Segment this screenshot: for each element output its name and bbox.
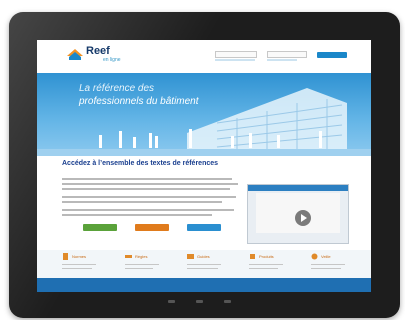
logo-subtitle: en ligne: [103, 57, 121, 63]
feature-text-line: [187, 264, 221, 265]
feature-text-line: [62, 264, 96, 265]
main-content: Accédez à l’ensemble des textes de référ…: [37, 156, 371, 250]
login-field[interactable]: [215, 51, 257, 58]
body-text-line: [62, 209, 234, 211]
bell-icon: [311, 253, 318, 260]
forgot-password-link[interactable]: [267, 59, 297, 61]
body-text-line: [62, 201, 222, 203]
site-header: Reef en ligne: [37, 40, 371, 73]
video-content: [256, 193, 340, 233]
body-text-line: [62, 188, 230, 190]
feature-text-line: [311, 264, 345, 265]
hero-title-line2: professionnels du bâtiment: [79, 96, 199, 107]
site-footer: [37, 278, 371, 292]
cta-button-1[interactable]: [83, 224, 117, 231]
logo-text[interactable]: Reef: [86, 45, 110, 57]
password-field[interactable]: [267, 51, 307, 58]
body-text-line: [62, 183, 238, 185]
feature-label: Normes: [72, 254, 87, 259]
ruler-icon: [125, 255, 132, 258]
cta-button-2[interactable]: [135, 224, 169, 231]
body-text-line: [62, 196, 236, 198]
main-title: Accédez à l’ensemble des textes de référ…: [62, 160, 219, 167]
remember-link[interactable]: [215, 59, 255, 61]
login-button[interactable]: [317, 52, 347, 58]
box-icon: [250, 254, 255, 259]
feature-label: Veille: [321, 254, 331, 259]
tablet-screen: Reef en ligne La référence des professio…: [37, 40, 371, 292]
feature-text-line: [249, 268, 278, 269]
cta-button-3[interactable]: [187, 224, 221, 231]
feature-label: Guides: [197, 254, 210, 259]
feature-label: Produits: [259, 254, 274, 259]
play-icon[interactable]: [295, 210, 311, 226]
feature-text-line: [249, 264, 283, 265]
reef-logo-icon: [67, 49, 83, 60]
feature-text-line: [125, 264, 159, 265]
video-preview[interactable]: [247, 184, 349, 244]
document-icon: [63, 253, 68, 260]
hero-title-line1: La référence des: [79, 83, 155, 94]
body-text-line: [62, 178, 232, 180]
feature-text-line: [125, 268, 153, 269]
feature-text-line: [311, 268, 341, 269]
body-text-line: [62, 214, 212, 216]
home-button[interactable]: [196, 300, 203, 303]
feature-label: Règles: [135, 254, 148, 259]
feature-text-line: [187, 268, 218, 269]
recent-apps-button[interactable]: [224, 300, 231, 303]
hero-banner: La référence des professionnels du bâtim…: [37, 73, 371, 156]
back-button[interactable]: [168, 300, 175, 303]
features-row: Normes Règles Guides Produits Veille: [37, 250, 371, 278]
book-icon: [187, 254, 194, 259]
video-header-bar: [248, 185, 348, 191]
feature-text-line: [62, 268, 92, 269]
